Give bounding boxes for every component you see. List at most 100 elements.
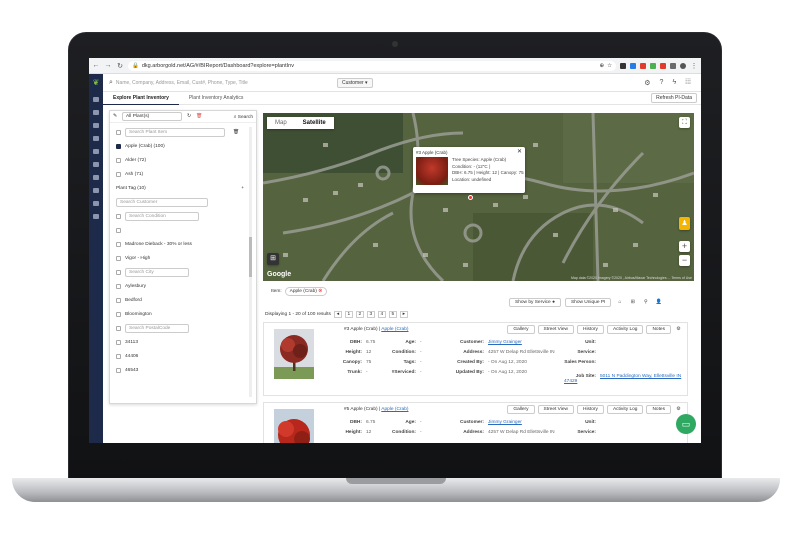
checkbox[interactable] xyxy=(116,241,121,247)
back-icon[interactable]: ← xyxy=(92,62,100,69)
card-title-link[interactable]: Apple (Crab) xyxy=(381,327,408,332)
search-plant-input[interactable]: Search Plant Item xyxy=(125,127,225,137)
menu-icon[interactable]: ⋮ xyxy=(690,62,698,70)
checkbox[interactable] xyxy=(116,269,121,275)
map-tab[interactable]: Map xyxy=(267,117,295,129)
checkbox[interactable] xyxy=(116,283,121,289)
notes-button[interactable]: Notes xyxy=(646,325,671,334)
trash-icon[interactable]: 🗑 xyxy=(233,130,239,135)
nav-users-icon[interactable] xyxy=(93,162,99,167)
tab-explore[interactable]: Explore Plant Inventory xyxy=(103,92,179,105)
customer-link[interactable]: Jimmy Grainger xyxy=(488,420,522,425)
gear-icon[interactable]: ⚙ xyxy=(674,325,683,333)
activity-log-button[interactable]: Activity Log xyxy=(606,405,644,414)
extension-icon[interactable] xyxy=(650,62,656,69)
nav-jobs-icon[interactable] xyxy=(93,123,99,128)
app-logo[interactable]: ❦ xyxy=(89,73,103,92)
gear-icon[interactable]: ⚙ xyxy=(674,405,683,413)
checkbox[interactable] xyxy=(116,227,121,233)
page-button[interactable]: 5 xyxy=(388,311,397,318)
gallery-button[interactable]: Gallery xyxy=(507,325,535,334)
global-search[interactable]: ⌕ Name, Company, Address, Email, Cust#, … xyxy=(109,79,329,87)
map-attribution[interactable]: Map data ©2020 Imagery ©2020 , Airbus/Ma… xyxy=(571,276,692,280)
search-condition-input[interactable]: Search Condition xyxy=(125,211,199,221)
plus-icon[interactable]: + xyxy=(241,186,244,191)
checkbox[interactable] xyxy=(116,325,121,331)
show-unique-button[interactable]: Show Unique PI xyxy=(564,298,612,307)
gallery-button[interactable]: Gallery xyxy=(507,405,535,414)
close-icon[interactable]: ✕ xyxy=(517,148,522,155)
nav-list-icon[interactable] xyxy=(93,149,99,154)
notes-button[interactable]: Notes xyxy=(646,405,671,414)
satellite-map[interactable]: Map Satellite #3 Apple (Crab) ✕ Tree Spe… xyxy=(263,113,694,281)
home-icon[interactable]: ⌂ xyxy=(615,298,624,306)
page-button[interactable]: 1 xyxy=(344,311,353,318)
remove-icon[interactable]: ⊗ xyxy=(318,289,322,294)
page-button[interactable]: 2 xyxy=(355,311,364,318)
street-view-button[interactable]: Street View xyxy=(537,325,574,334)
help-icon[interactable]: ? xyxy=(660,79,664,87)
customer-dropdown[interactable]: Customer ▾ xyxy=(337,77,373,88)
map-marker-icon[interactable] xyxy=(468,195,473,200)
checkbox[interactable] xyxy=(116,353,121,359)
search-city-input[interactable]: Search City xyxy=(125,267,189,277)
card-title-link[interactable]: Apple (Crab) xyxy=(381,407,408,412)
nav-chart-icon[interactable] xyxy=(93,175,99,180)
zoom-in-button[interactable]: + xyxy=(679,241,690,252)
extension-icon[interactable] xyxy=(660,62,666,69)
nav-truck-icon[interactable] xyxy=(93,188,99,193)
pencil-icon[interactable]: ✎ xyxy=(113,114,117,119)
search-button[interactable]: ⌕ Search xyxy=(234,114,253,120)
search-postal-input[interactable]: Search PostalCode xyxy=(125,323,189,333)
address-bar[interactable]: 🔒 dkg.arborgold.net/AG/#/BIReport/Dashbo… xyxy=(128,60,616,71)
star-icon[interactable]: ☆ xyxy=(607,63,612,69)
nav-clock-icon[interactable] xyxy=(93,214,99,219)
extension-icon[interactable] xyxy=(640,62,646,69)
add-user-icon[interactable]: 👤 xyxy=(654,298,663,306)
filter-chip[interactable]: Apple (Crab) ⊗ xyxy=(284,287,328,296)
checkbox[interactable] xyxy=(116,367,121,373)
refresh-button[interactable]: Refresh PI-Data xyxy=(651,93,697,103)
satellite-tab[interactable]: Satellite xyxy=(295,117,334,129)
extension-icon[interactable] xyxy=(670,62,676,69)
plant-select[interactable]: All Plant(s) xyxy=(122,112,183,121)
checkbox-checked[interactable] xyxy=(116,143,121,149)
activity-log-button[interactable]: Activity Log xyxy=(606,325,644,334)
panel-scrollbar[interactable] xyxy=(249,127,252,397)
layers-grid-icon[interactable]: ⊞ xyxy=(267,253,279,265)
zoom-out-button[interactable]: − xyxy=(679,255,690,266)
pin-icon[interactable]: ⚲ xyxy=(641,298,650,306)
checkbox[interactable] xyxy=(116,297,121,303)
checkbox[interactable] xyxy=(116,171,121,177)
chat-bubble-icon[interactable]: ▭ xyxy=(676,414,696,434)
nav-dashboard-icon[interactable] xyxy=(93,97,99,102)
extension-icon[interactable] xyxy=(620,62,626,69)
zoom-icon[interactable]: ⊕ xyxy=(599,63,604,69)
search-customer-input[interactable]: Search Customer xyxy=(116,197,208,207)
history-button[interactable]: History xyxy=(577,325,604,334)
checkbox[interactable] xyxy=(116,339,121,345)
forward-icon[interactable]: → xyxy=(104,62,112,69)
trash-icon[interactable]: 🗑 xyxy=(196,114,202,119)
profile-avatar[interactable] xyxy=(680,62,686,69)
gear-icon[interactable]: ⚙ xyxy=(644,79,650,87)
history-button[interactable]: History xyxy=(577,405,604,414)
nav-calendar-icon[interactable] xyxy=(93,136,99,141)
checkbox[interactable] xyxy=(116,255,121,261)
refresh-icon[interactable]: ↻ xyxy=(187,114,191,119)
street-view-button[interactable]: Street View xyxy=(537,405,574,414)
nav-people-icon[interactable] xyxy=(93,110,99,115)
show-by-service-button[interactable]: Show by Service ● xyxy=(509,298,561,307)
customer-link[interactable]: Jimmy Grainger xyxy=(488,340,522,345)
bolt-icon[interactable]: ϟ xyxy=(672,79,676,87)
checkbox[interactable] xyxy=(116,129,121,135)
apps-grid-icon[interactable]: ⁞⁞⁞ xyxy=(685,79,691,87)
extension-icon[interactable] xyxy=(630,62,636,69)
next-page-button[interactable]: ▸ xyxy=(399,311,408,318)
pegman-icon[interactable]: ♟ xyxy=(679,217,690,230)
nav-megaphone-icon[interactable] xyxy=(93,201,99,206)
checkbox[interactable] xyxy=(116,157,121,163)
page-button[interactable]: 4 xyxy=(377,311,386,318)
grid-icon[interactable]: ⊞ xyxy=(628,298,637,306)
prev-page-button[interactable]: ◂ xyxy=(333,311,342,318)
